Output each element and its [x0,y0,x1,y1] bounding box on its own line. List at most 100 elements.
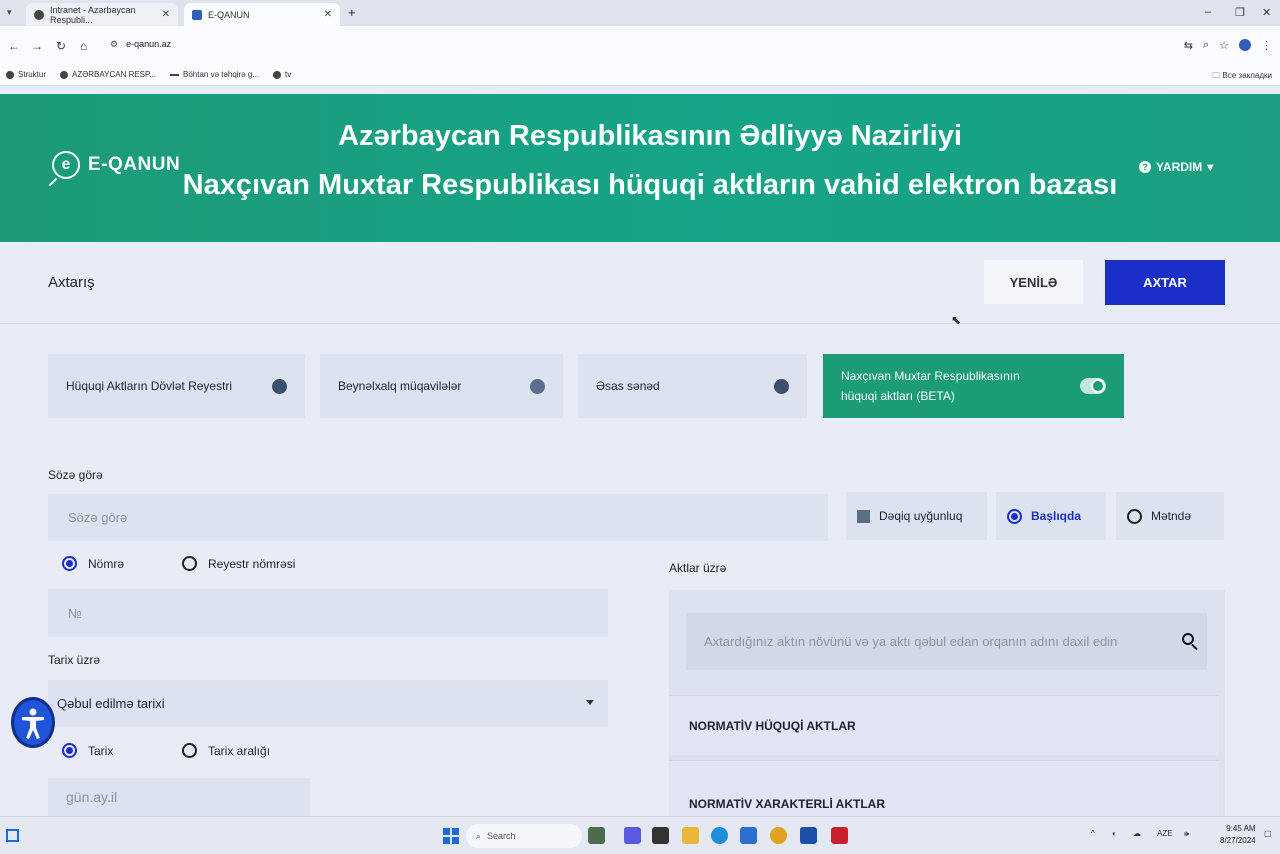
shield-app-icon[interactable] [831,827,848,844]
bookmark-label: Böhtan və təhqirə g... [182,70,260,79]
gear-icon [6,70,14,79]
start-menu-icon[interactable] [443,828,459,844]
site-info-icon[interactable]: ⚙ [110,39,118,50]
acts-category-normative-legal[interactable]: NORMATİV HÜQUQİ AKTLAR [669,695,1219,755]
close-window-icon[interactable]: ✕ [1262,6,1271,19]
edge-browser-icon[interactable] [711,827,728,844]
acts-category-normative-character[interactable]: NORMATİV XARAKTERLİ AKTLAR [669,760,1219,816]
search-button[interactable]: AXTAR [1105,260,1225,305]
new-tab-plus-icon[interactable]: + [348,5,356,20]
bookmark-azerbaycan[interactable]: AZƏRBAYCAN RESP... [60,70,156,79]
reload-icon[interactable]: ↻ [56,39,66,53]
radio-selected[interactable] [62,743,77,758]
word-icon[interactable] [800,827,817,844]
address-bar[interactable]: ⚙ e-qanun.az [100,33,1280,55]
toggle-on-switch[interactable] [1080,378,1106,394]
browser-menu-icon[interactable]: ⋮ [1261,39,1272,52]
close-tab-icon[interactable]: ✕ [162,9,170,20]
radio-unselected[interactable] [182,556,197,571]
volume-icon[interactable]: 🕪 [1184,829,1189,839]
in-title-label: Başlıqda [1031,509,1082,523]
toggle-off-indicator[interactable] [774,378,789,394]
back-arrow-icon[interactable]: ← [8,39,20,53]
keyword-input[interactable] [48,494,828,541]
globe-favicon-icon [34,9,44,20]
mouse-cursor-icon: ⬉ [951,313,962,327]
profile-avatar-icon[interactable] [1239,39,1251,51]
bookmark-star-icon[interactable]: ☆ [1219,39,1229,52]
taskbar-search-box[interactable]: ⌕ Search [466,824,582,848]
bookmark-label: AZƏRBAYCAN RESP... [72,70,156,79]
reset-button[interactable]: YENİLƏ [984,260,1083,304]
acts-search-input[interactable]: Axtardığınız aktın növünü və ya aktı qəb… [686,613,1207,670]
zoom-icon[interactable]: ⌕ [1203,39,1209,52]
notification-bell-icon[interactable]: ▢ [1264,829,1272,838]
date-type-select[interactable]: Qəbul edilmə tarixi [48,680,608,727]
in-title-radio[interactable]: Başlıqda [996,492,1106,540]
radio-selected[interactable] [62,556,77,571]
tray-chevron-icon[interactable]: ^ [1091,829,1095,838]
browser-tab-strip: ▾ Intranet - Azərbaycan Respubli... ✕ E-… [0,0,1280,26]
bookmark-bohtan[interactable]: Böhtan və təhqirə g... [169,70,260,79]
restore-window-icon[interactable]: ❐ [1235,6,1245,19]
file-explorer-icon[interactable] [682,827,699,844]
tray-app-icon[interactable]: ◐ [1112,829,1117,838]
radio-selected[interactable] [1007,508,1022,524]
exact-match-checkbox[interactable]: Dəqiq uyğunluq [846,492,987,540]
in-text-radio[interactable]: Mətndə [1116,492,1224,540]
taskbar-search-label: Search [487,831,516,841]
language-indicator[interactable]: AZE [1157,829,1173,838]
animal-widget-icon[interactable] [588,827,605,844]
minimize-window-icon[interactable]: – [1205,6,1211,18]
source-card-nakhchivan[interactable]: Naxçıvan Muxtar Respublikasının hüquqi a… [823,354,1124,418]
tab-search-chevron-icon[interactable]: ▾ [7,7,12,18]
close-tab-icon[interactable]: ✕ [324,9,332,20]
toggle-off-indicator[interactable] [530,378,545,394]
task-view-icon[interactable] [652,827,669,844]
source-card-label: Naxçıvan Muxtar Respublikasının hüquqi a… [841,369,1020,403]
date-input[interactable] [48,778,310,816]
copilot-icon[interactable] [624,827,641,844]
translate-icon[interactable]: ⇆ [1184,39,1193,52]
toggle-off-indicator[interactable] [272,378,287,394]
acts-label: Aktlar üzrə [669,561,727,575]
widgets-icon[interactable] [6,829,19,842]
date-radio[interactable]: Tarix [62,743,113,758]
radio-unselected[interactable] [182,743,197,758]
forward-arrow-icon[interactable]: → [31,39,43,53]
number-input[interactable] [48,589,608,637]
home-icon[interactable]: ⌂ [80,39,87,53]
date-type-value: Qəbul edilmə tarixi [57,696,165,711]
help-menu[interactable]: ? YARDIM ▾ [1139,160,1213,174]
accessibility-button[interactable] [11,697,55,748]
search-toolbar: Axtarış YENİLƏ AXTAR [0,242,1280,324]
date-range-radio[interactable]: Tarix aralığı [182,743,270,758]
exact-match-label: Dəqiq uyğunluq [879,509,963,523]
chrome-browser-icon[interactable] [770,827,787,844]
help-label: YARDIM [1156,160,1203,174]
source-card-international[interactable]: Beynəlxalq müqavilələr [320,354,563,418]
eqanun-favicon-icon [192,9,202,20]
bookmark-struktur[interactable]: Struktur [6,70,46,79]
registry-number-radio[interactable]: Reyestr nömrəsi [182,556,295,571]
clock-date: 8/27/2024 [1220,836,1256,845]
system-clock[interactable]: 9:45 AM 8/27/2024 [1220,823,1256,847]
number-radio[interactable]: Nömrə [62,556,124,571]
source-card-label: Beynəlxalq müqavilələr [338,379,462,393]
bookmark-tv[interactable]: tv [273,70,291,79]
network-icon[interactable]: ☁ [1133,829,1141,838]
source-card-state-registry[interactable]: Hüquqi Aktların Dövlət Reyestri [48,354,305,418]
store-icon[interactable] [740,827,757,844]
all-bookmarks-folder[interactable]: 🗀 Все закладки [1212,70,1272,84]
search-icon[interactable] [1182,633,1194,645]
radio-unselected[interactable] [1127,508,1142,524]
url-text[interactable]: e-qanun.az [126,39,171,49]
windows-taskbar: ⌕ Search ^ ◐ ☁ AZE 🕪 9:45 AM 8/27/2024 ▢ [0,816,1280,854]
browser-tab-eqanun[interactable]: E-QANUN ✕ [184,3,340,26]
source-card-main-document[interactable]: Əsas sənəd [578,354,807,418]
caret-down-icon: ▾ [1207,160,1214,174]
browser-tab-intranet[interactable]: Intranet - Azərbaycan Respubli... ✕ [26,3,178,26]
checkbox-square[interactable] [857,509,870,523]
globe-icon [60,70,69,79]
date-range-label: Tarix aralığı [208,743,271,758]
